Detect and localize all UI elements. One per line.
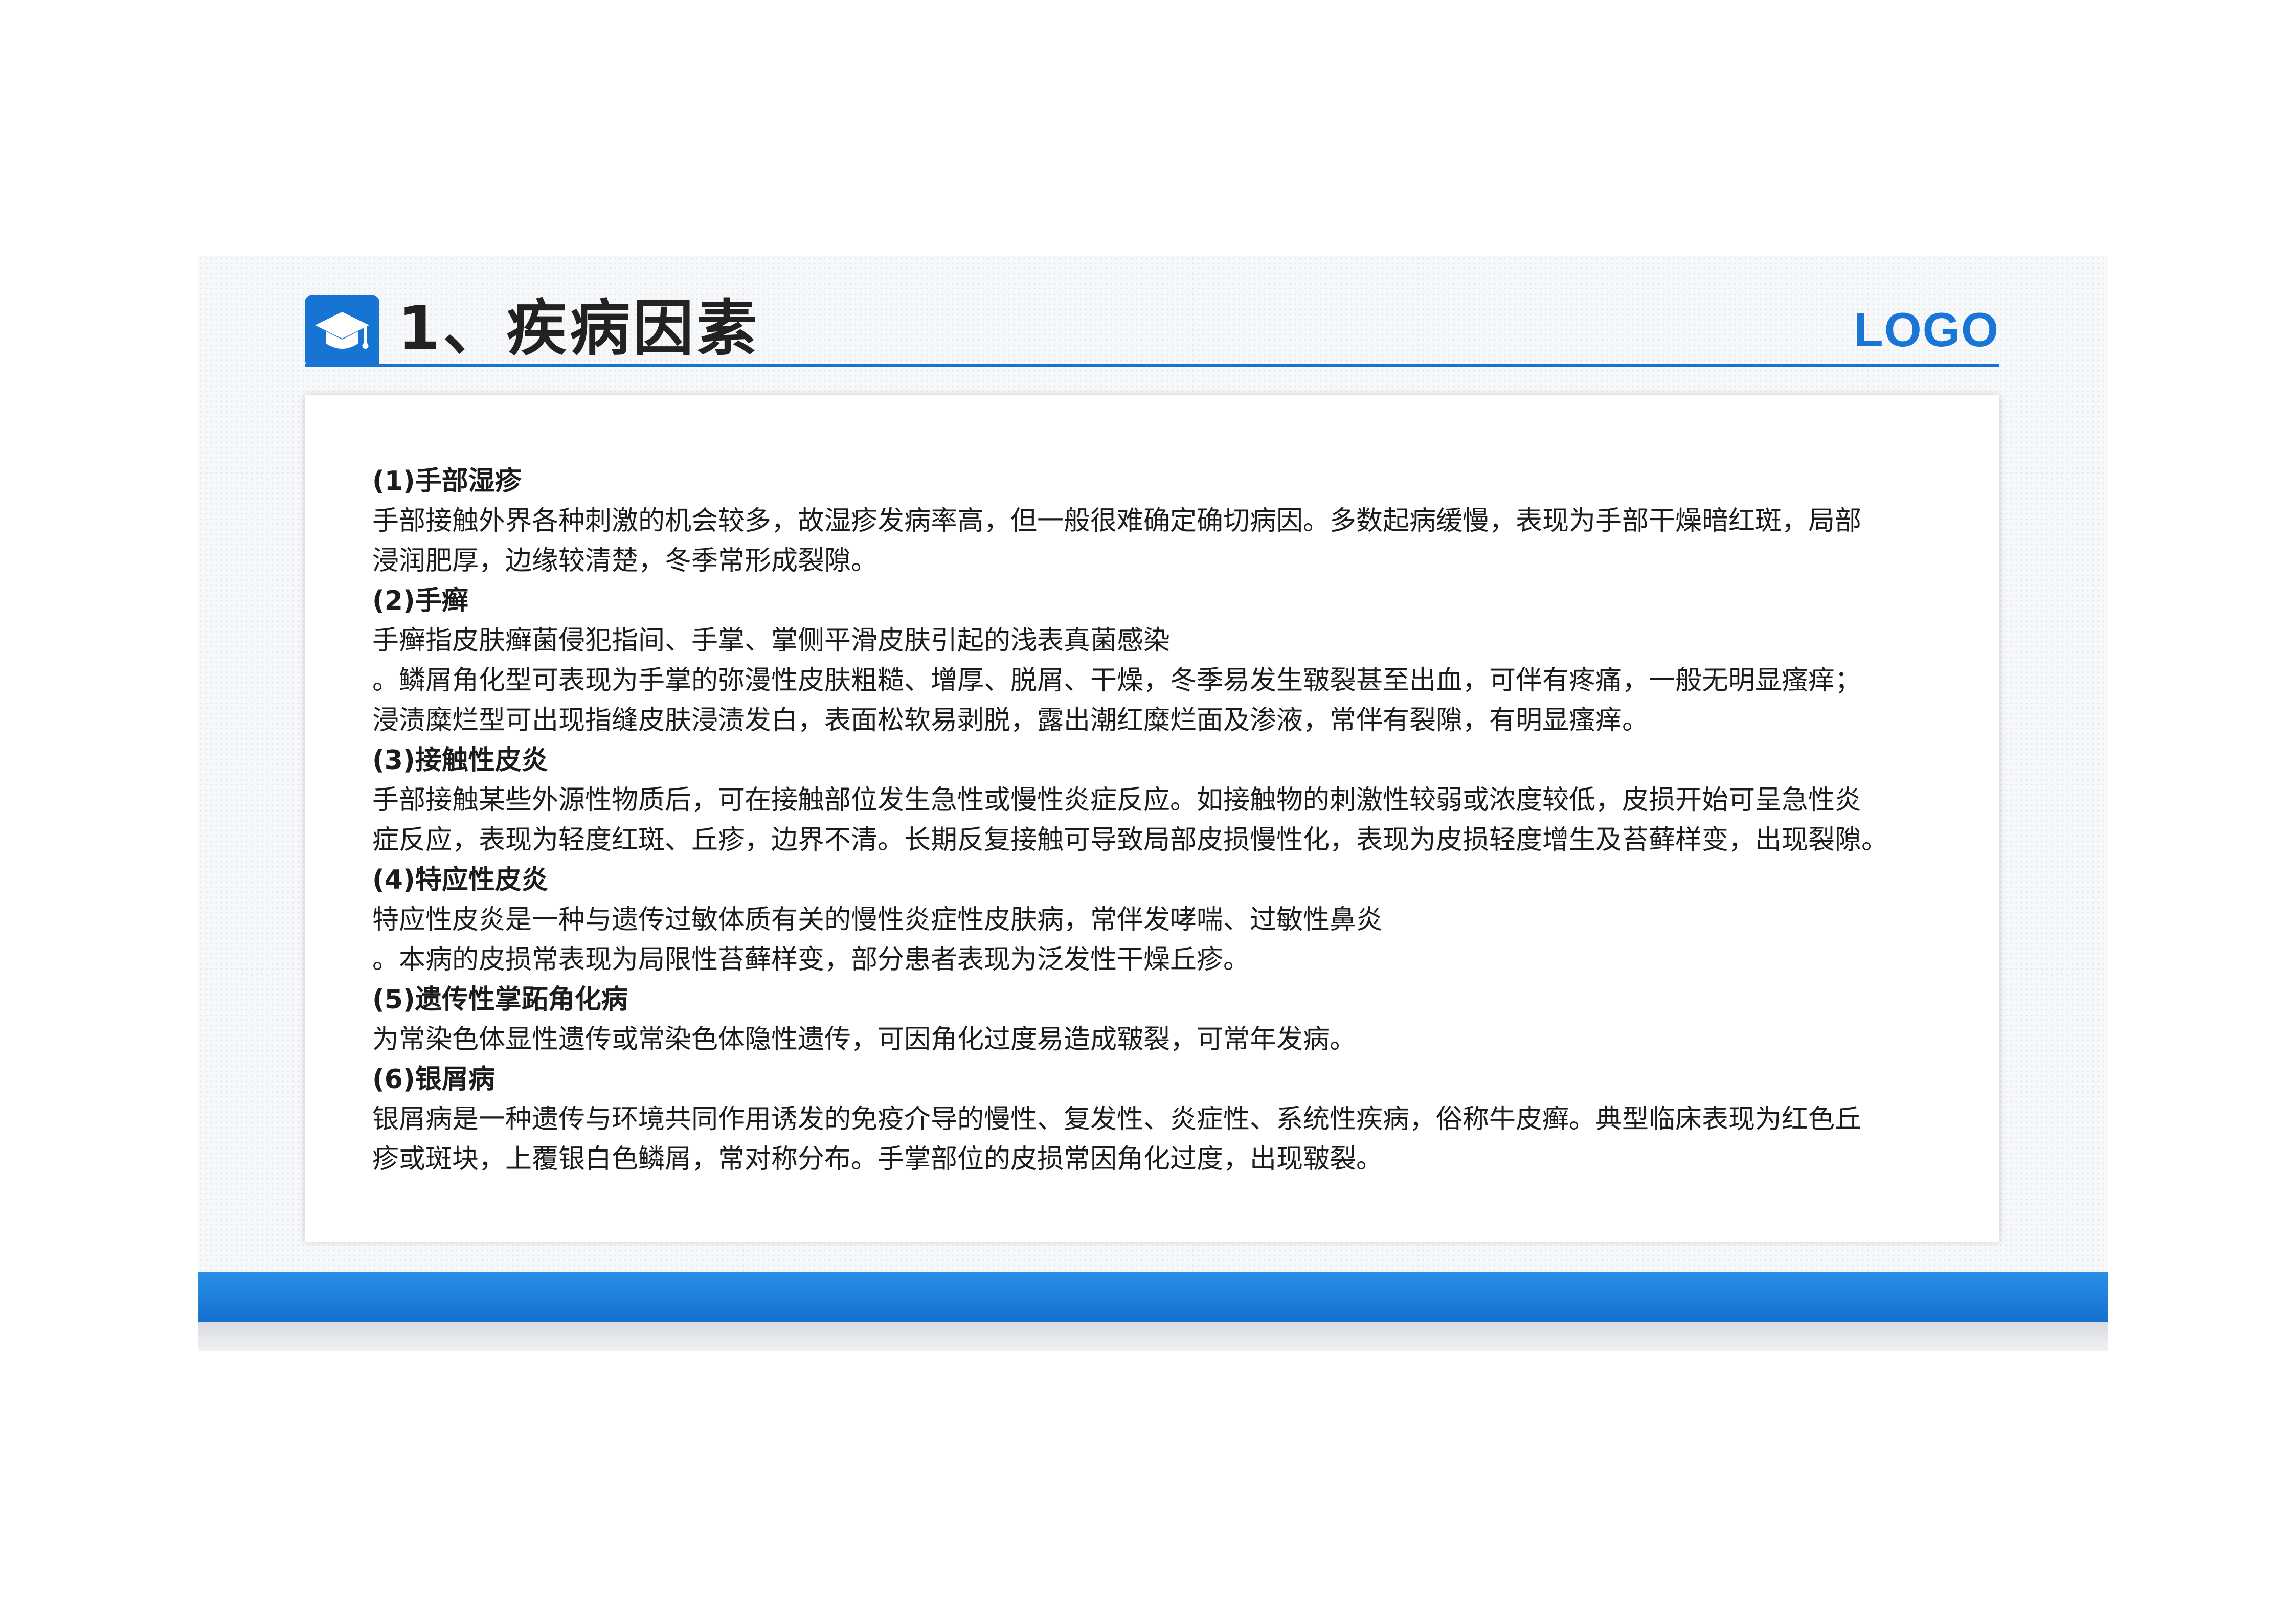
section-text-line: 。本病的皮损常表现为局限性苔藓样变，部分患者表现为泛发性干燥丘疹。 xyxy=(372,944,1250,975)
section-heading: (2)手癣 xyxy=(372,585,468,616)
slide-background: 1、疾病因素 LOGO (1)手部湿疹 手部接触外界各种刺激的机会较多，故湿疹发… xyxy=(198,256,2108,1350)
section-text-line: 银屑病是一种遗传与环境共同作用诱发的免疫介导的慢性、复发性、炎症性、系统性疾病，… xyxy=(372,1104,1862,1135)
section-heading: (6)银屑病 xyxy=(372,1064,495,1095)
section-text-line: 症反应，表现为轻度红斑、丘疹，边界不清。长期反复接触可导致局部皮损慢性化，表现为… xyxy=(372,825,1888,855)
section-hand-eczema: (1)手部湿疹 手部接触外界各种刺激的机会较多，故湿疹发病率高，但一般很难确定确… xyxy=(372,461,1937,581)
section-keratoderma: (5)遗传性掌跖角化病 为常染色体显性遗传或常染色体隐性遗传，可因角化过度易造成… xyxy=(372,980,1937,1060)
section-heading: (1)手部湿疹 xyxy=(372,466,522,497)
section-text-line: 手部接触外界各种刺激的机会较多，故湿疹发病率高，但一般很难确定确切病因。多数起病… xyxy=(372,506,1862,536)
title-divider xyxy=(305,364,1999,367)
section-contact-dermatitis: (3)接触性皮炎 手部接触某些外源性物质后，可在接触部位发生急性或慢性炎症反应。… xyxy=(372,740,1937,860)
content-body: (1)手部湿疹 手部接触外界各种刺激的机会较多，故湿疹发病率高，但一般很难确定确… xyxy=(372,461,1937,1179)
logo: LOGO xyxy=(1854,303,1999,356)
section-heading: (4)特应性皮炎 xyxy=(372,865,548,895)
graduation-cap-icon xyxy=(305,295,379,367)
section-text-line: 浸渍糜烂型可出现指缝皮肤浸渍发白，表面松软易剥脱，露出潮红糜烂面及渗液，常伴有裂… xyxy=(372,705,1649,736)
title-bar: 1、疾病因素 LOGO xyxy=(305,292,1999,367)
page-title: 1、疾病因素 xyxy=(398,293,760,364)
footer-shadow xyxy=(198,1322,2108,1351)
section-heading: (3)接触性皮炎 xyxy=(372,745,548,776)
section-text-line: 浸润肥厚，边缘较清楚，冬季常形成裂隙。 xyxy=(372,546,878,576)
section-tinea-manuum: (2)手癣 手癣指皮肤癣菌侵犯指间、手掌、掌侧平滑皮肤引起的浅表真菌感染 。鳞屑… xyxy=(372,581,1937,740)
section-atopic-dermatitis: (4)特应性皮炎 特应性皮炎是一种与遗传过敏体质有关的慢性炎症性皮肤病，常伴发哮… xyxy=(372,860,1937,980)
section-text-line: 疹或斑块，上覆银白色鳞屑，常对称分布。手掌部位的皮损常因角化过度，出现皲裂。 xyxy=(372,1144,1383,1175)
section-text-line: 手癣指皮肤癣菌侵犯指间、手掌、掌侧平滑皮肤引起的浅表真菌感染 xyxy=(372,625,1170,656)
footer-band xyxy=(198,1272,2108,1322)
section-psoriasis: (6)银屑病 银屑病是一种遗传与环境共同作用诱发的免疫介导的慢性、复发性、炎症性… xyxy=(372,1060,1937,1179)
section-heading: (5)遗传性掌跖角化病 xyxy=(372,984,628,1015)
section-text-line: 。鳞屑角化型可表现为手掌的弥漫性皮肤粗糙、增厚、脱屑、干燥，冬季易发生皲裂甚至出… xyxy=(372,665,1862,696)
section-text-line: 为常染色体显性遗传或常染色体隐性遗传，可因角化过度易造成皲裂，可常年发病。 xyxy=(372,1024,1357,1055)
content-card: (1)手部湿疹 手部接触外界各种刺激的机会较多，故湿疹发病率高，但一般很难确定确… xyxy=(305,395,1999,1242)
section-text-line: 手部接触某些外源性物质后，可在接触部位发生急性或慢性炎症反应。如接触物的刺激性较… xyxy=(372,785,1862,816)
section-text-line: 特应性皮炎是一种与遗传过敏体质有关的慢性炎症性皮肤病，常伴发哮喘、过敏性鼻炎 xyxy=(372,905,1383,935)
